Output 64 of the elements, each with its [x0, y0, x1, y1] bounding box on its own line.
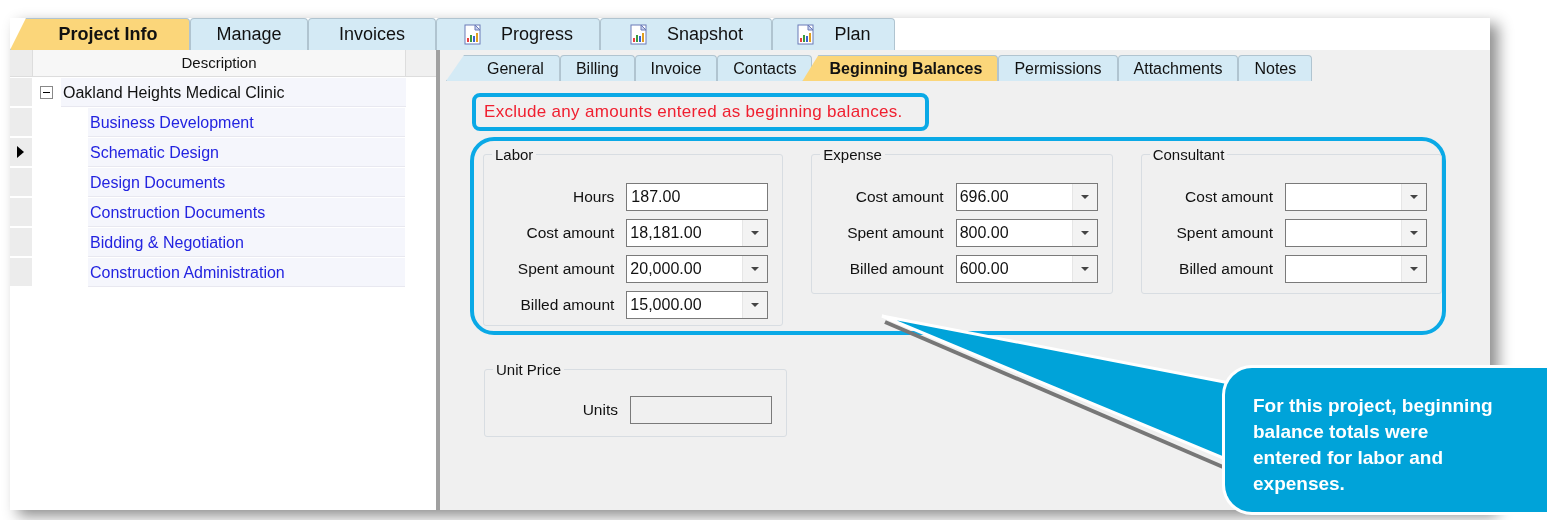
tab[interactable]: Permissions — [998, 55, 1118, 81]
tab[interactable]: Attachments — [1117, 55, 1239, 81]
field-label: Billed amount — [1179, 260, 1273, 278]
caret-icon — [1410, 195, 1418, 199]
tab[interactable]: Notes — [1238, 55, 1313, 81]
caret-icon — [1080, 231, 1089, 235]
report-icon — [628, 23, 649, 46]
tree-node[interactable]: Oakland Heights Medical Clinic — [61, 77, 406, 107]
caret-icon — [1080, 267, 1089, 271]
field-label: Spent amount — [517, 260, 615, 278]
field-label: Units — [582, 401, 618, 419]
field-label: Billed amount — [849, 260, 944, 278]
field-label: Spent amount — [847, 224, 944, 242]
tab[interactable]: Progress — [436, 18, 600, 50]
tab[interactable]: Beginning Balances — [802, 55, 999, 81]
field-label: Billed amount — [520, 296, 615, 314]
input-field[interactable]: 187.00 — [626, 183, 769, 211]
tab[interactable]: Project Info — [10, 18, 190, 50]
collapse-icon[interactable] — [40, 85, 53, 99]
tab[interactable]: Plan — [772, 18, 895, 50]
field-label: Spent amount — [1176, 224, 1273, 242]
caret-icon — [1410, 231, 1418, 235]
row-header-cell[interactable] — [10, 137, 32, 167]
tree-node[interactable]: Business Development — [88, 107, 405, 137]
dropdown-field[interactable]: 800.00 — [955, 219, 1098, 247]
caret-icon — [1080, 195, 1089, 199]
report-icon — [463, 23, 483, 46]
report-icon — [796, 23, 817, 46]
field-label: Cost amount — [526, 224, 615, 242]
tab[interactable]: Contacts — [717, 55, 813, 81]
tree-node[interactable]: Schematic Design — [88, 137, 405, 167]
dropdown-field[interactable] — [1285, 219, 1427, 247]
caret-icon — [751, 267, 760, 271]
tree-node[interactable]: Construction Documents — [88, 197, 405, 227]
tab[interactable]: Manage — [190, 18, 308, 50]
tab[interactable]: General — [446, 55, 560, 81]
caret-icon — [751, 231, 760, 235]
tree-node[interactable]: Construction Administration — [88, 257, 405, 287]
group-title: Consultant — [1149, 146, 1228, 163]
tab[interactable]: Invoice — [634, 55, 718, 81]
tab[interactable]: Snapshot — [600, 18, 772, 50]
row-header-cell[interactable] — [10, 77, 32, 107]
tree-node[interactable]: Design Documents — [88, 167, 405, 197]
group-title: Unit Price — [493, 361, 565, 378]
dropdown-field[interactable] — [1285, 183, 1427, 211]
field-label: Hours — [573, 188, 615, 206]
caret-icon — [1410, 267, 1418, 271]
caret-icon — [751, 303, 760, 307]
tab[interactable]: Invoices — [308, 18, 436, 50]
splitter[interactable] — [436, 50, 440, 510]
row-pointer-icon — [16, 144, 25, 159]
dropdown-field[interactable]: 18,181.00 — [626, 219, 769, 247]
field-label: Cost amount — [855, 188, 944, 206]
tree-node[interactable]: Bidding & Negotiation — [88, 227, 405, 257]
tab[interactable]: Billing — [559, 55, 635, 81]
note-text: Exclude any amounts entered as beginning balances. — [472, 93, 929, 131]
dropdown-field[interactable]: 696.00 — [955, 183, 1098, 211]
dropdown-field[interactable]: 15,000.00 — [626, 291, 769, 319]
dropdown-field[interactable]: 600.00 — [955, 255, 1098, 283]
group-title: Labor — [492, 146, 537, 163]
dropdown-field[interactable]: 20,000.00 — [626, 255, 769, 283]
dropdown-field[interactable] — [1285, 255, 1427, 283]
callout: For this project, beginning balance totals were entered for labor and expenses. — [1222, 365, 1547, 515]
field-label: Cost amount — [1185, 188, 1273, 206]
